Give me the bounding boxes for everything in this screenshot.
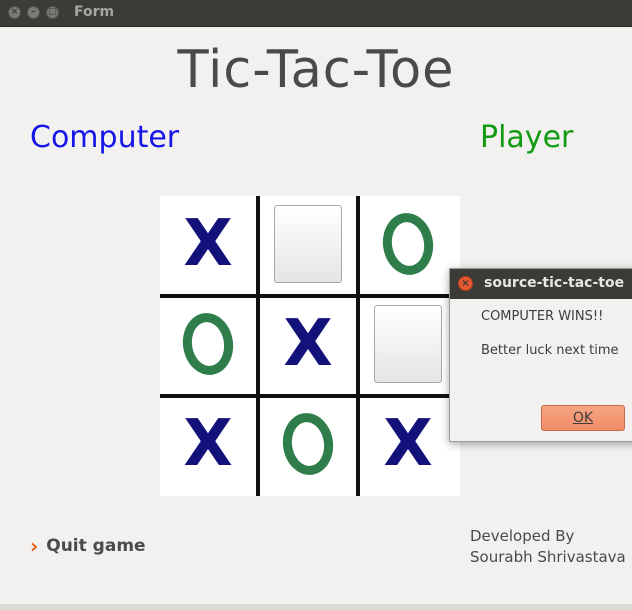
empty-cell-button[interactable]: [374, 305, 442, 383]
dialog-close-button[interactable]: ×: [458, 276, 473, 291]
board-cell[interactable]: X: [160, 396, 256, 492]
close-icon: ×: [10, 7, 19, 17]
x-mark: X: [283, 307, 333, 381]
close-icon: ×: [461, 278, 470, 289]
window-titlebar: × – □ Form: [0, 0, 632, 27]
board-cell[interactable]: [260, 196, 356, 292]
board-cell[interactable]: X: [160, 196, 256, 292]
developer-name: Sourabh Shrivastava: [470, 548, 626, 566]
developed-by-label: Developed By: [470, 527, 575, 545]
window-close-button[interactable]: ×: [8, 6, 21, 19]
maximize-icon: □: [48, 7, 57, 17]
empty-cell-button[interactable]: [274, 205, 342, 283]
dialog-message-detail: Better luck next time: [481, 343, 619, 358]
minimize-icon: –: [31, 7, 36, 17]
bottom-strip: [0, 604, 632, 610]
x-mark: X: [383, 407, 433, 481]
quit-game-label: Quit game: [46, 536, 146, 556]
board-cell[interactable]: [360, 196, 456, 292]
o-mark: [378, 209, 438, 279]
result-dialog: × source-tic-tac-toe COMPUTER WINS!! Bet…: [449, 268, 632, 442]
quit-game-link[interactable]: › Quit game: [30, 536, 146, 556]
window-title: Form: [74, 4, 115, 20]
board-cell[interactable]: X: [360, 396, 456, 492]
x-mark: X: [183, 207, 233, 281]
x-mark: X: [183, 407, 233, 481]
dialog-message-result: COMPUTER WINS!!: [481, 309, 604, 324]
game-title: Tic-Tac-Toe: [177, 40, 455, 100]
o-mark: [278, 409, 338, 479]
developer-credit: Developed By Sourabh Shrivastava: [470, 526, 626, 568]
game-board: X X X X: [160, 196, 460, 496]
dialog-title: source-tic-tac-toe: [484, 275, 625, 291]
window-maximize-button[interactable]: □: [46, 6, 59, 19]
computer-label: Computer: [30, 120, 180, 155]
window-minimize-button[interactable]: –: [27, 6, 40, 19]
chevron-right-icon: ›: [30, 534, 39, 558]
board-cell[interactable]: [260, 396, 356, 492]
board-cell[interactable]: [160, 296, 256, 392]
dialog-titlebar: × source-tic-tac-toe: [450, 269, 632, 299]
board-cell[interactable]: [360, 296, 456, 392]
o-mark: [178, 309, 238, 379]
ok-button[interactable]: OK: [541, 405, 625, 431]
player-label: Player: [480, 120, 574, 155]
board-cell[interactable]: X: [260, 296, 356, 392]
